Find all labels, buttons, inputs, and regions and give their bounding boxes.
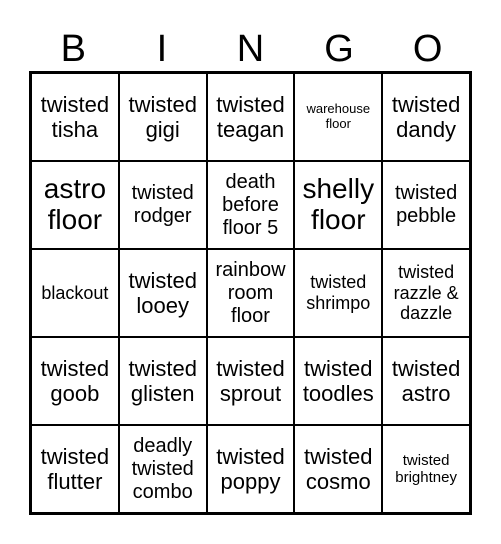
- bingo-cell[interactable]: twisted glisten: [118, 337, 207, 425]
- bingo-cell-text: twisted shrimpo: [306, 272, 371, 313]
- bingo-cell[interactable]: twisted rodger: [118, 161, 207, 249]
- bingo-cell-text: twisted razzle & dazzle: [393, 261, 459, 324]
- bingo-cell-text: twisted flutter: [40, 443, 110, 494]
- bingo-cell[interactable]: twisted pebble: [382, 161, 470, 249]
- bingo-cell-text: shelly floor: [302, 173, 375, 235]
- bingo-cell-text: twisted rodger: [131, 182, 194, 227]
- bingo-cell-text: twisted astro: [391, 355, 461, 406]
- bingo-cell[interactable]: twisted shrimpo: [294, 249, 383, 337]
- header-letter-o: O: [412, 28, 443, 70]
- bingo-cell[interactable]: blackout: [31, 249, 119, 337]
- bingo-cell-text: astro floor: [43, 173, 107, 235]
- bingo-cell[interactable]: twisted goob: [31, 337, 119, 425]
- bingo-cell-text: twisted teagan: [216, 91, 285, 142]
- bingo-cell-text: deadly twisted combo: [131, 434, 194, 503]
- bingo-cell[interactable]: shelly floor: [294, 161, 383, 249]
- header-letter-b: B: [60, 28, 86, 70]
- bingo-cell[interactable]: twisted cosmo: [294, 425, 383, 513]
- bingo-cell[interactable]: warehouse floor: [294, 73, 383, 161]
- bingo-cell[interactable]: twisted brightney: [382, 425, 470, 513]
- bingo-cell[interactable]: deadly twisted combo: [118, 425, 207, 513]
- bingo-cell[interactable]: astro floor: [31, 161, 119, 249]
- bingo-cell[interactable]: twisted teagan: [206, 73, 295, 161]
- header-letter-i: I: [156, 28, 168, 70]
- bingo-cell[interactable]: twisted razzle & dazzle: [382, 249, 470, 337]
- bingo-cell-text: twisted looey: [128, 267, 197, 318]
- bingo-cell[interactable]: death before floor 5: [206, 161, 295, 249]
- bingo-cell-text: twisted sprout: [216, 355, 285, 406]
- bingo-cell-text: twisted tisha: [40, 91, 110, 142]
- bingo-cell-text: twisted gigi: [128, 91, 197, 142]
- header-letter-g: G: [324, 28, 354, 70]
- bingo-cell-text: twisted cosmo: [304, 443, 373, 494]
- bingo-cell[interactable]: twisted dandy: [382, 73, 470, 161]
- bingo-cell[interactable]: twisted sprout: [206, 337, 295, 425]
- bingo-cell[interactable]: twisted flutter: [31, 425, 119, 513]
- bingo-header: B I N G O: [29, 27, 472, 71]
- bingo-cell-text: twisted dandy: [391, 91, 461, 142]
- bingo-cell[interactable]: twisted gigi: [118, 73, 207, 161]
- bingo-cell[interactable]: twisted toodles: [294, 337, 383, 425]
- bingo-cell-text: twisted pebble: [394, 182, 458, 227]
- bingo-cell-text: twisted glisten: [128, 355, 197, 406]
- bingo-cell[interactable]: rainbow room floor: [206, 249, 295, 337]
- bingo-cell[interactable]: twisted looey: [118, 249, 207, 337]
- bingo-cell[interactable]: twisted astro: [382, 337, 470, 425]
- header-letter-n: N: [236, 28, 265, 70]
- bingo-cell-text: blackout: [41, 282, 109, 303]
- bingo-cell-text: death before floor 5: [222, 170, 279, 239]
- bingo-card-grid: twisted tisha twisted gigi twisted teagan w…: [29, 71, 472, 515]
- bingo-cell-text: warehouse floor: [306, 101, 371, 131]
- bingo-cell-text: twisted poppy: [216, 443, 285, 494]
- bingo-cell-text: twisted brightney: [395, 451, 457, 486]
- bingo-cell-text: twisted goob: [40, 355, 110, 406]
- bingo-cell-text: rainbow room floor: [215, 258, 286, 327]
- bingo-cell[interactable]: twisted poppy: [206, 425, 295, 513]
- bingo-cell[interactable]: twisted tisha: [31, 73, 119, 161]
- bingo-cell-text: twisted toodles: [302, 355, 374, 406]
